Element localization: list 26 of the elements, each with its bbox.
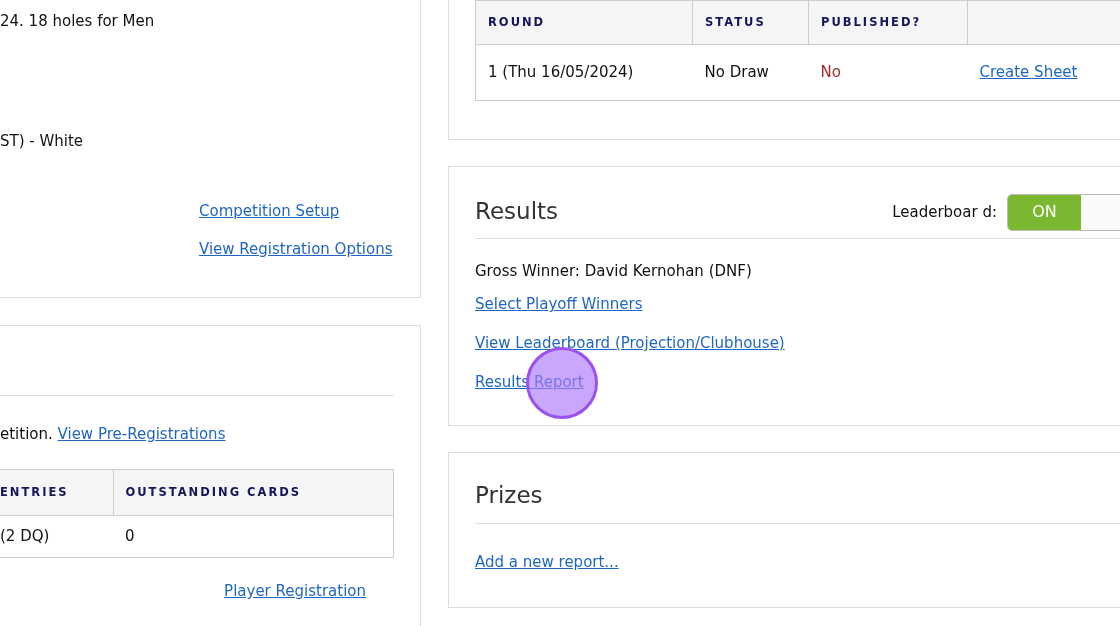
table-cell: No: [808, 44, 968, 101]
table-cell: 1 (Thu 16/05/2024): [475, 44, 693, 101]
link[interactable]: Player Registration: [224, 582, 366, 600]
section-title: Results: [475, 198, 559, 226]
table-cell: No Draw: [692, 44, 809, 101]
column-header: ENTRIES: [0, 469, 113, 516]
section-title: Prizes: [475, 481, 543, 510]
toggle-label: Leaderboar d:: [892, 201, 997, 223]
detail-text: ST) - White: [0, 131, 85, 152]
link[interactable]: View Registration Options: [199, 237, 393, 260]
info-text: etition. View Pre-Registrations: [0, 424, 227, 445]
table-cell: 0: [113, 515, 394, 558]
column-header: OUTSTANDING CARDS: [113, 469, 394, 516]
link[interactable]: Select Playoff Winners: [475, 292, 643, 316]
column-header: STATUS: [692, 0, 809, 45]
link[interactable]: Add a new report...: [475, 551, 619, 574]
winner-text: Gross Winner: David Kernohan (DNF): [475, 261, 752, 282]
table-cell: (2 DQ): [0, 515, 113, 558]
link[interactable]: Competition Setup: [199, 200, 340, 223]
link[interactable]: Results Report: [475, 373, 584, 391]
link[interactable]: View Leaderboard (Projection/Clubhouse): [475, 331, 785, 355]
detail-text: 24. 18 holes for Men: [0, 11, 156, 32]
link[interactable]: View Pre-Registrations: [57, 425, 226, 443]
link[interactable]: Create Sheet: [979, 63, 1078, 82]
column-header: PUBLISHED?: [808, 0, 968, 45]
column-header: ROUND: [475, 0, 693, 45]
